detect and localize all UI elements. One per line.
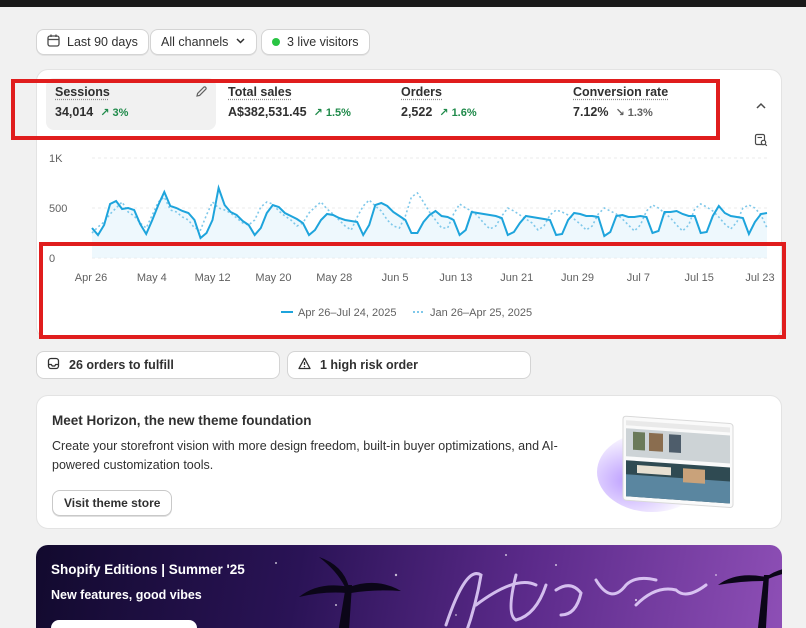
annotation-box-metrics — [11, 79, 720, 140]
live-visitors-label: 3 live visitors — [287, 35, 359, 49]
theme-preview-illustration — [597, 410, 757, 518]
visit-theme-store-button[interactable]: Visit theme store — [52, 490, 173, 516]
y-tick-label: 500 — [49, 203, 67, 215]
inbox-icon — [47, 357, 60, 373]
date-range-label: Last 90 days — [67, 35, 138, 49]
editions-promo-card: Shopify Editions | Summer '25 New featur… — [36, 545, 782, 628]
calendar-icon — [47, 34, 60, 50]
editions-background-art — [275, 554, 782, 628]
high-risk-order-button[interactable]: 1 high risk order — [287, 351, 531, 379]
editions-subtitle: New features, good vibes — [51, 588, 202, 602]
promo-description: Create your storefront vision with more … — [52, 439, 558, 472]
annotation-box-chart-axis — [39, 242, 786, 339]
live-visitors-button[interactable]: 3 live visitors — [261, 29, 370, 55]
horizon-promo-card: Meet Horizon, the new theme foundation C… — [36, 395, 782, 529]
alert-triangle-icon — [298, 357, 311, 373]
top-bar — [0, 0, 806, 7]
promo-title: Meet Horizon, the new theme foundation — [52, 413, 312, 428]
editions-title: Shopify Editions | Summer '25 — [51, 562, 245, 577]
high-risk-label: 1 high risk order — [320, 358, 418, 372]
orders-to-fulfill-button[interactable]: 26 orders to fulfill — [36, 351, 280, 379]
orders-to-fulfill-label: 26 orders to fulfill — [69, 358, 174, 372]
channels-label: All channels — [161, 35, 229, 49]
editions-cta-button[interactable] — [51, 620, 197, 628]
live-dot-icon — [272, 38, 280, 46]
chevron-down-icon — [235, 35, 246, 49]
date-range-button[interactable]: Last 90 days — [36, 29, 149, 55]
y-tick-label: 1K — [49, 153, 63, 165]
channels-dropdown[interactable]: All channels — [150, 29, 258, 55]
